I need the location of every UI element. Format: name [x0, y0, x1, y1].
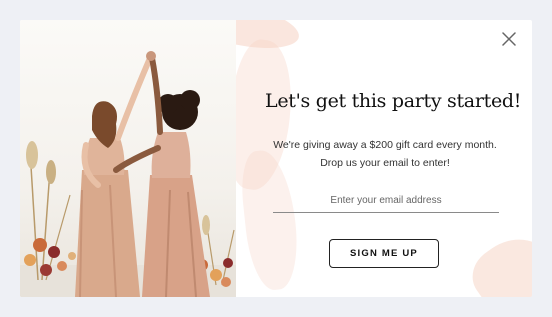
sign-me-up-button[interactable]: SIGN ME UP	[329, 239, 439, 268]
popup-content: Let's get this party started! We're givi…	[265, 20, 522, 297]
popup-headline: Let's get this party started!	[265, 90, 522, 112]
dried-flowers-left	[24, 141, 76, 281]
bridesmaids-illustration	[20, 51, 236, 297]
woman-left	[75, 55, 153, 297]
popup-subtext: We're giving away a $200 gift card every…	[273, 139, 497, 169]
hero-photo	[20, 20, 236, 297]
email-input[interactable]	[273, 188, 499, 213]
newsletter-popup: Let's get this party started! We're givi…	[20, 20, 532, 297]
close-button[interactable]	[500, 30, 518, 48]
close-icon	[502, 32, 516, 46]
